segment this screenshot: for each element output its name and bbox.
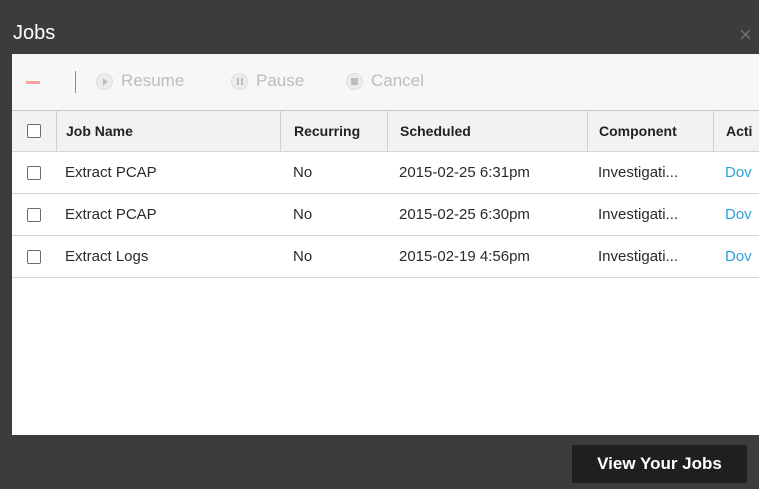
recurring-cell: No — [293, 164, 313, 181]
table-row[interactable]: Extract Logs No 2015-02-19 4:56pm Invest… — [12, 236, 759, 278]
play-icon — [96, 72, 113, 90]
row-checkbox[interactable] — [27, 207, 41, 222]
download-link[interactable]: Dov — [713, 152, 759, 193]
toolbar: Resume Pause Cancel — [12, 54, 759, 110]
column-header-job-name[interactable]: Job Name — [56, 111, 280, 151]
scheduled-cell: 2015-02-25 6:31pm — [399, 164, 530, 181]
component-cell: Investigati... — [598, 206, 679, 223]
table-row[interactable]: Extract PCAP No 2015-02-25 6:31pm Invest… — [12, 152, 759, 194]
stop-icon — [346, 72, 363, 90]
jobs-dialog: Jobs × Resume Pause Cancel Job Name Recu… — [0, 0, 759, 489]
table-header-row: Job Name Recurring Scheduled Component A… — [12, 111, 759, 152]
row-select-cell — [12, 152, 56, 193]
row-select-cell — [12, 194, 56, 235]
component-cell: Investigati... — [598, 164, 679, 181]
view-your-jobs-button[interactable]: View Your Jobs — [572, 445, 747, 483]
pause-label: Pause — [256, 71, 305, 90]
column-header-component[interactable]: Component — [587, 111, 713, 151]
recurring-cell: No — [293, 206, 313, 223]
job-name-cell: Extract Logs — [65, 248, 149, 265]
scheduled-cell: 2015-02-19 4:56pm — [399, 248, 530, 265]
jobs-panel: Resume Pause Cancel Job Name Recurring S… — [12, 54, 759, 435]
table-row[interactable]: Extract PCAP No 2015-02-25 6:30pm Invest… — [12, 194, 759, 236]
download-link[interactable]: Dov — [713, 194, 759, 235]
minus-icon[interactable] — [26, 81, 40, 84]
jobs-table: Job Name Recurring Scheduled Component A… — [12, 110, 759, 278]
select-all-checkbox[interactable] — [27, 124, 41, 138]
dialog-footer: View Your Jobs — [0, 435, 759, 489]
resume-label: Resume — [121, 71, 185, 90]
download-link[interactable]: Dov — [713, 236, 759, 277]
cancel-button[interactable]: Cancel — [346, 68, 424, 94]
recurring-cell: No — [293, 248, 313, 265]
pause-button[interactable]: Pause — [231, 68, 304, 94]
cancel-label: Cancel — [371, 71, 424, 90]
column-header-actions[interactable]: Acti — [713, 111, 759, 151]
title-bar: Jobs × — [0, 10, 759, 54]
column-header-recurring[interactable]: Recurring — [280, 111, 387, 151]
close-icon[interactable]: × — [739, 24, 759, 46]
scheduled-cell: 2015-02-25 6:30pm — [399, 206, 530, 223]
job-name-cell: Extract PCAP — [65, 164, 157, 181]
job-name-cell: Extract PCAP — [65, 206, 157, 223]
select-all-cell — [12, 111, 56, 151]
row-checkbox[interactable] — [27, 249, 41, 264]
column-header-scheduled[interactable]: Scheduled — [387, 111, 587, 151]
pause-icon — [231, 72, 248, 90]
component-cell: Investigati... — [598, 248, 679, 265]
dialog-title: Jobs — [13, 22, 56, 44]
row-checkbox[interactable] — [27, 165, 41, 180]
row-select-cell — [12, 236, 56, 277]
resume-button[interactable]: Resume — [96, 68, 184, 94]
toolbar-separator — [75, 71, 76, 93]
